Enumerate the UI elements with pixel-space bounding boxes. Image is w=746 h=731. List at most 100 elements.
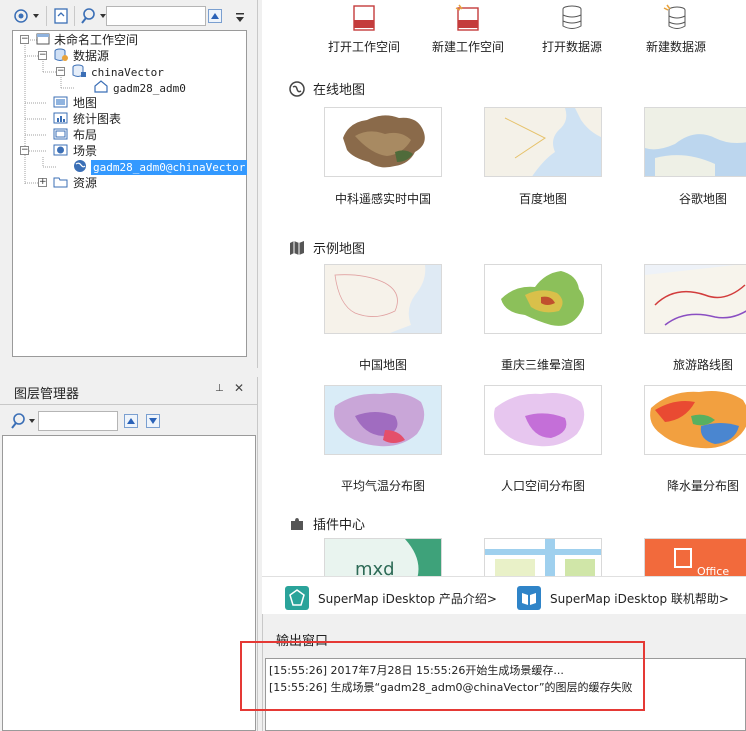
tree-node-label: 未命名工作空间 — [54, 33, 139, 47]
triangle-up-icon — [127, 418, 135, 424]
tree-node-scene-gadm28[interactable]: gadm28_adm0@chinaVector — [73, 159, 248, 175]
product-intro-link[interactable]: SuperMap iDesktop 产品介绍> — [284, 585, 497, 610]
map-label: 人口空间分布图 — [500, 479, 585, 493]
plugin-office-thumbnail — [645, 539, 746, 577]
tree-node-maps[interactable]: 地图 — [53, 95, 97, 111]
database-icon — [72, 64, 86, 77]
tree-node-workspace[interactable]: 未命名工作空间 — [36, 32, 138, 48]
population-thumbnail — [485, 386, 601, 454]
toolbar-overflow-button[interactable] — [234, 8, 246, 26]
open-workspace-icon — [353, 5, 375, 31]
temperature-thumbnail — [325, 386, 441, 454]
thumb-sample-precipitation[interactable] — [644, 385, 746, 455]
scenes-collapse-toggle[interactable]: − — [20, 146, 29, 155]
layer-manager-panel: 图层管理器 ⊥ ✕ — [0, 377, 258, 731]
map-label: 降水量分布图 — [666, 479, 739, 493]
tree-node-label: 地图 — [73, 96, 98, 110]
view-menu-button[interactable] — [12, 7, 42, 25]
scene-folder-icon — [53, 144, 68, 156]
thumb-plugin-office[interactable]: Office — [644, 538, 746, 578]
link-label: SuperMap iDesktop 联机帮助> — [550, 592, 729, 606]
layer-search-next-button[interactable] — [146, 414, 160, 428]
layout-folder-icon — [53, 128, 68, 140]
toolbar-divider — [46, 6, 47, 26]
quick-action-label: 新建数据源 — [645, 40, 706, 54]
tree-search-input[interactable] — [106, 6, 206, 26]
section-plugins: 插件中心 — [289, 514, 365, 533]
thumb-online-china-rs[interactable] — [324, 107, 442, 177]
workspace-collapse-toggle[interactable]: − — [20, 35, 29, 44]
help-book-icon — [517, 586, 541, 610]
tree-node-label: 布局 — [73, 128, 98, 142]
folded-map-icon — [290, 241, 304, 255]
tree-node-scenes[interactable]: 场景 — [53, 143, 97, 159]
layer-search-prev-button[interactable] — [124, 414, 138, 428]
section-title: 示例地图 — [313, 242, 366, 257]
layer-search-input[interactable] — [38, 411, 118, 431]
thumb-sample-china[interactable] — [324, 264, 442, 334]
start-page: 打开工作空间 新建工作空间 打开数据源 新建数据源 在线地图 中科遥感实时中国 … — [262, 0, 746, 612]
open-datasource-button[interactable]: 打开数据源 — [522, 4, 622, 55]
precipitation-thumbnail — [645, 386, 746, 454]
tree-node-charts[interactable]: 统计图表 — [53, 111, 121, 127]
thumb-online-google[interactable] — [644, 107, 746, 177]
online-help-link[interactable]: SuperMap iDesktop 联机帮助> — [516, 585, 729, 610]
datasource-icon — [54, 48, 68, 61]
puzzle-icon — [291, 518, 303, 530]
map-label: 谷歌地图 — [678, 192, 727, 206]
tree-node-datasource-chinavector[interactable]: chinaVector — [71, 64, 164, 80]
datasources-collapse-toggle[interactable]: − — [38, 51, 47, 60]
close-button[interactable]: ✕ — [234, 381, 244, 395]
pin-button[interactable]: ⊥ — [215, 383, 224, 394]
refresh-button[interactable] — [52, 7, 70, 25]
map-label: 中国地图 — [358, 358, 407, 372]
thumb-sample-chongqing[interactable] — [484, 264, 602, 334]
workspace-tree-panel: − 未命名工作空间 − 数据源 − chinaVector gadm28_adm… — [0, 0, 258, 368]
new-datasource-button[interactable]: 新建数据源 — [626, 4, 726, 55]
quick-action-label: 打开数据源 — [541, 40, 602, 54]
tree-node-label: 数据源 — [73, 49, 110, 63]
china-map-thumbnail — [325, 265, 441, 333]
thumb-plugin-map[interactable] — [484, 538, 602, 578]
thumb-plugin-mxd[interactable]: mxd — [324, 538, 442, 578]
resources-expand-toggle[interactable]: + — [38, 178, 47, 187]
thumb-sample-temperature[interactable] — [324, 385, 442, 455]
quick-action-label: 打开工作空间 — [327, 40, 400, 54]
search-prev-button[interactable] — [208, 9, 222, 23]
workspace-icon — [36, 33, 50, 45]
new-datasource-icon — [663, 4, 686, 29]
section-online-maps: 在线地图 — [289, 79, 365, 98]
thumb-sample-population[interactable] — [484, 385, 602, 455]
tree-node-datasources[interactable]: 数据源 — [53, 48, 109, 64]
open-workspace-button[interactable]: 打开工作空间 — [314, 4, 414, 55]
document-refresh-icon — [54, 8, 68, 24]
tree-node-dataset-gadm28[interactable]: gadm28_adm0 — [93, 80, 186, 96]
close-icon: ✕ — [234, 381, 245, 395]
eye-dropdown-icon — [14, 9, 39, 23]
baidu-map-thumbnail — [485, 108, 601, 176]
tree-node-label: 资源 — [73, 176, 98, 190]
map-label: 中科遥感实时中国 — [334, 192, 431, 206]
section-title: 在线地图 — [313, 83, 366, 98]
link-label: SuperMap iDesktop 产品介绍> — [318, 592, 497, 606]
new-workspace-button[interactable]: 新建工作空间 — [418, 4, 518, 55]
thumb-sample-travel[interactable] — [644, 264, 746, 334]
tree-node-layouts[interactable]: 布局 — [53, 127, 97, 143]
overflow-icon — [236, 13, 244, 22]
triangle-up-icon — [211, 13, 219, 19]
map-label: 重庆三维晕渲图 — [500, 358, 585, 372]
chinavector-collapse-toggle[interactable]: − — [56, 67, 65, 76]
layer-search-dropdown-button[interactable] — [10, 412, 40, 432]
thumb-online-baidu[interactable] — [484, 107, 602, 177]
tree-node-label: 场景 — [73, 144, 98, 158]
region-dataset-icon — [94, 80, 108, 93]
tree-node-resources[interactable]: 资源 — [53, 175, 97, 191]
section-title: 插件中心 — [313, 518, 366, 533]
folder-icon — [53, 177, 68, 188]
layer-list[interactable] — [2, 435, 256, 731]
pin-icon: ⊥ — [215, 383, 224, 394]
map-label: 旅游路线图 — [672, 358, 733, 372]
search-icon — [11, 413, 35, 429]
tree-node-label: 统计图表 — [73, 112, 122, 126]
help-links-bar: SuperMap iDesktop 产品介绍> SuperMap iDeskto… — [262, 576, 746, 614]
